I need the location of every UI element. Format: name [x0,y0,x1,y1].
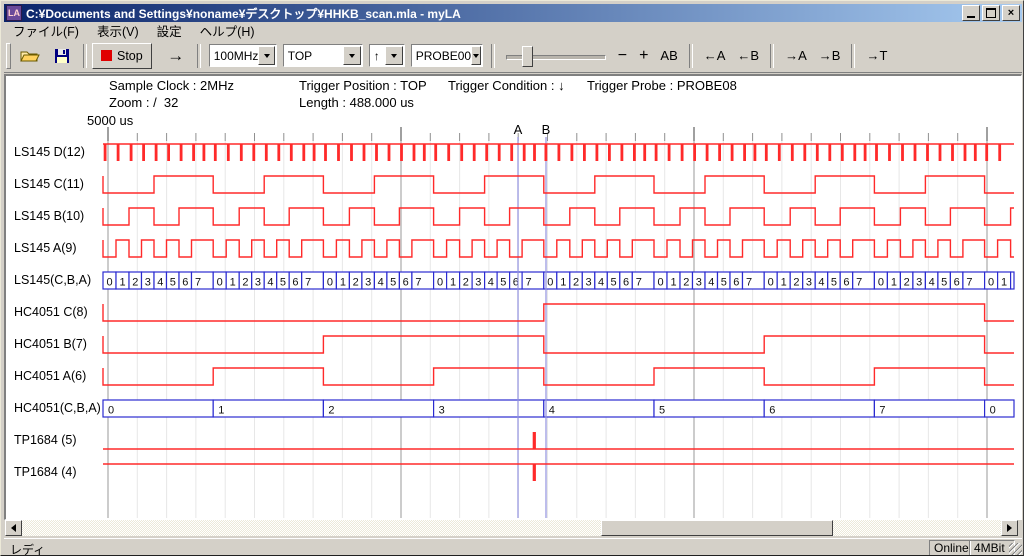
channel-label: HC4051 C(8) [14,305,102,319]
horizontal-scrollbar[interactable] [5,520,1018,536]
zoom-in-button[interactable]: + [633,47,654,65]
resize-grip-icon[interactable] [1009,543,1022,556]
zoom-ab-button[interactable]: AB [654,48,683,63]
maximize-icon [986,8,996,18]
scroll-right-button[interactable] [1001,520,1018,536]
zoom-slider[interactable] [504,44,608,68]
channel-label: LS145 D(12) [14,145,102,159]
goto-trigger-button[interactable]: →T [860,48,893,63]
menu-bar: ファイル(F) 表示(V) 設定 ヘルプ(H) [4,22,1022,39]
save-icon [54,48,70,64]
trigger-probe-combobox[interactable]: PROBE00 [411,44,483,67]
scroll-right-icon [1007,524,1012,532]
waveform-client-area [4,74,1022,520]
app-window: LA C:¥Documents and Settings¥noname¥デスクト… [0,0,1024,556]
scroll-left-button[interactable] [5,520,22,536]
trigger-edge-combobox[interactable]: ↑ [369,44,405,67]
sample-clock-combobox[interactable]: 100MHz [209,44,277,67]
goto-a-right-button[interactable]: →A [779,48,813,63]
trigger-probe-info: Trigger Probe : PROBE08 [587,78,737,93]
dropdown-arrow-icon[interactable] [471,46,481,65]
dropdown-arrow-icon[interactable] [258,46,274,65]
goto-b-left-button[interactable]: ←B [731,48,765,63]
sample-clock-value: 100MHz [210,49,259,63]
trigger-position-info: Trigger Position : TOP [299,78,427,93]
toolbar-grip [6,43,11,69]
stop-icon [101,50,112,61]
slider-track [506,55,606,60]
toolbar-separator [83,44,87,68]
status-bar: レディ Online 4MBit [4,538,1022,556]
menu-view[interactable]: 表示(V) [88,20,148,41]
toolbar-separator [851,44,855,68]
status-online-panel: Online [929,540,971,556]
channel-label: TP1684 (5) [14,433,102,447]
toolbar-separator [491,44,495,68]
scroll-left-icon [11,524,16,532]
trigger-edge-value: ↑ [370,49,385,63]
run-button[interactable]: → [160,43,192,69]
zoom-out-button[interactable]: − [612,47,633,65]
length-info: Length : 488.000 us [299,95,414,110]
channel-label: LS145(C,B,A) [14,273,102,287]
status-ready-text: レディ [10,541,45,556]
save-button[interactable] [46,43,78,69]
run-arrow-icon: → [167,46,184,66]
stop-button[interactable]: Stop [92,43,152,69]
close-button[interactable]: × [1002,5,1020,21]
zoom-info: Zoom : / 32 [109,95,178,110]
app-icon: LA [6,5,22,21]
dropdown-arrow-icon[interactable] [385,46,403,65]
menu-file[interactable]: ファイル(F) [4,20,88,41]
trigger-condition-info: Trigger Condition : ↓ [448,78,565,93]
trigger-position-combobox[interactable]: TOP [283,44,363,67]
sample-clock-info: Sample Clock : 2MHz [109,78,234,93]
open-folder-icon [20,48,40,64]
channel-label: LS145 C(11) [14,177,102,191]
minimize-button[interactable] [962,5,980,21]
open-file-button[interactable] [14,43,46,69]
menu-help[interactable]: ヘルプ(H) [191,20,264,41]
toolbar-separator [689,44,693,68]
trigger-position-value: TOP [284,49,343,63]
channel-label: HC4051(C,B,A) [14,401,102,415]
toolbar: Stop → 100MHz TOP ↑ PROBE00 − + AB [4,39,1022,73]
channel-label: LS145 A(9) [14,241,102,255]
channel-label: HC4051 A(6) [14,369,102,383]
goto-b-right-button[interactable]: →B [813,48,847,63]
toolbar-separator [770,44,774,68]
scrollbar-thumb[interactable] [601,520,833,536]
dropdown-arrow-icon[interactable] [343,46,361,65]
maximize-button[interactable] [982,5,1000,21]
slider-thumb[interactable] [522,46,533,67]
minimize-icon [967,16,975,18]
window-title: C:¥Documents and Settings¥noname¥デスクトップ¥… [26,5,962,22]
menu-settings[interactable]: 設定 [148,20,191,41]
channel-label: TP1684 (4) [14,465,102,479]
goto-a-left-button[interactable]: ←A [698,48,732,63]
trigger-probe-value: PROBE00 [412,49,471,63]
channel-label: LS145 B(10) [14,209,102,223]
time-scale-label: 5000 us [87,113,133,128]
toolbar-separator [197,44,201,68]
stop-label: Stop [117,49,143,63]
channel-label: HC4051 B(7) [14,337,102,351]
close-icon: × [1008,8,1014,19]
